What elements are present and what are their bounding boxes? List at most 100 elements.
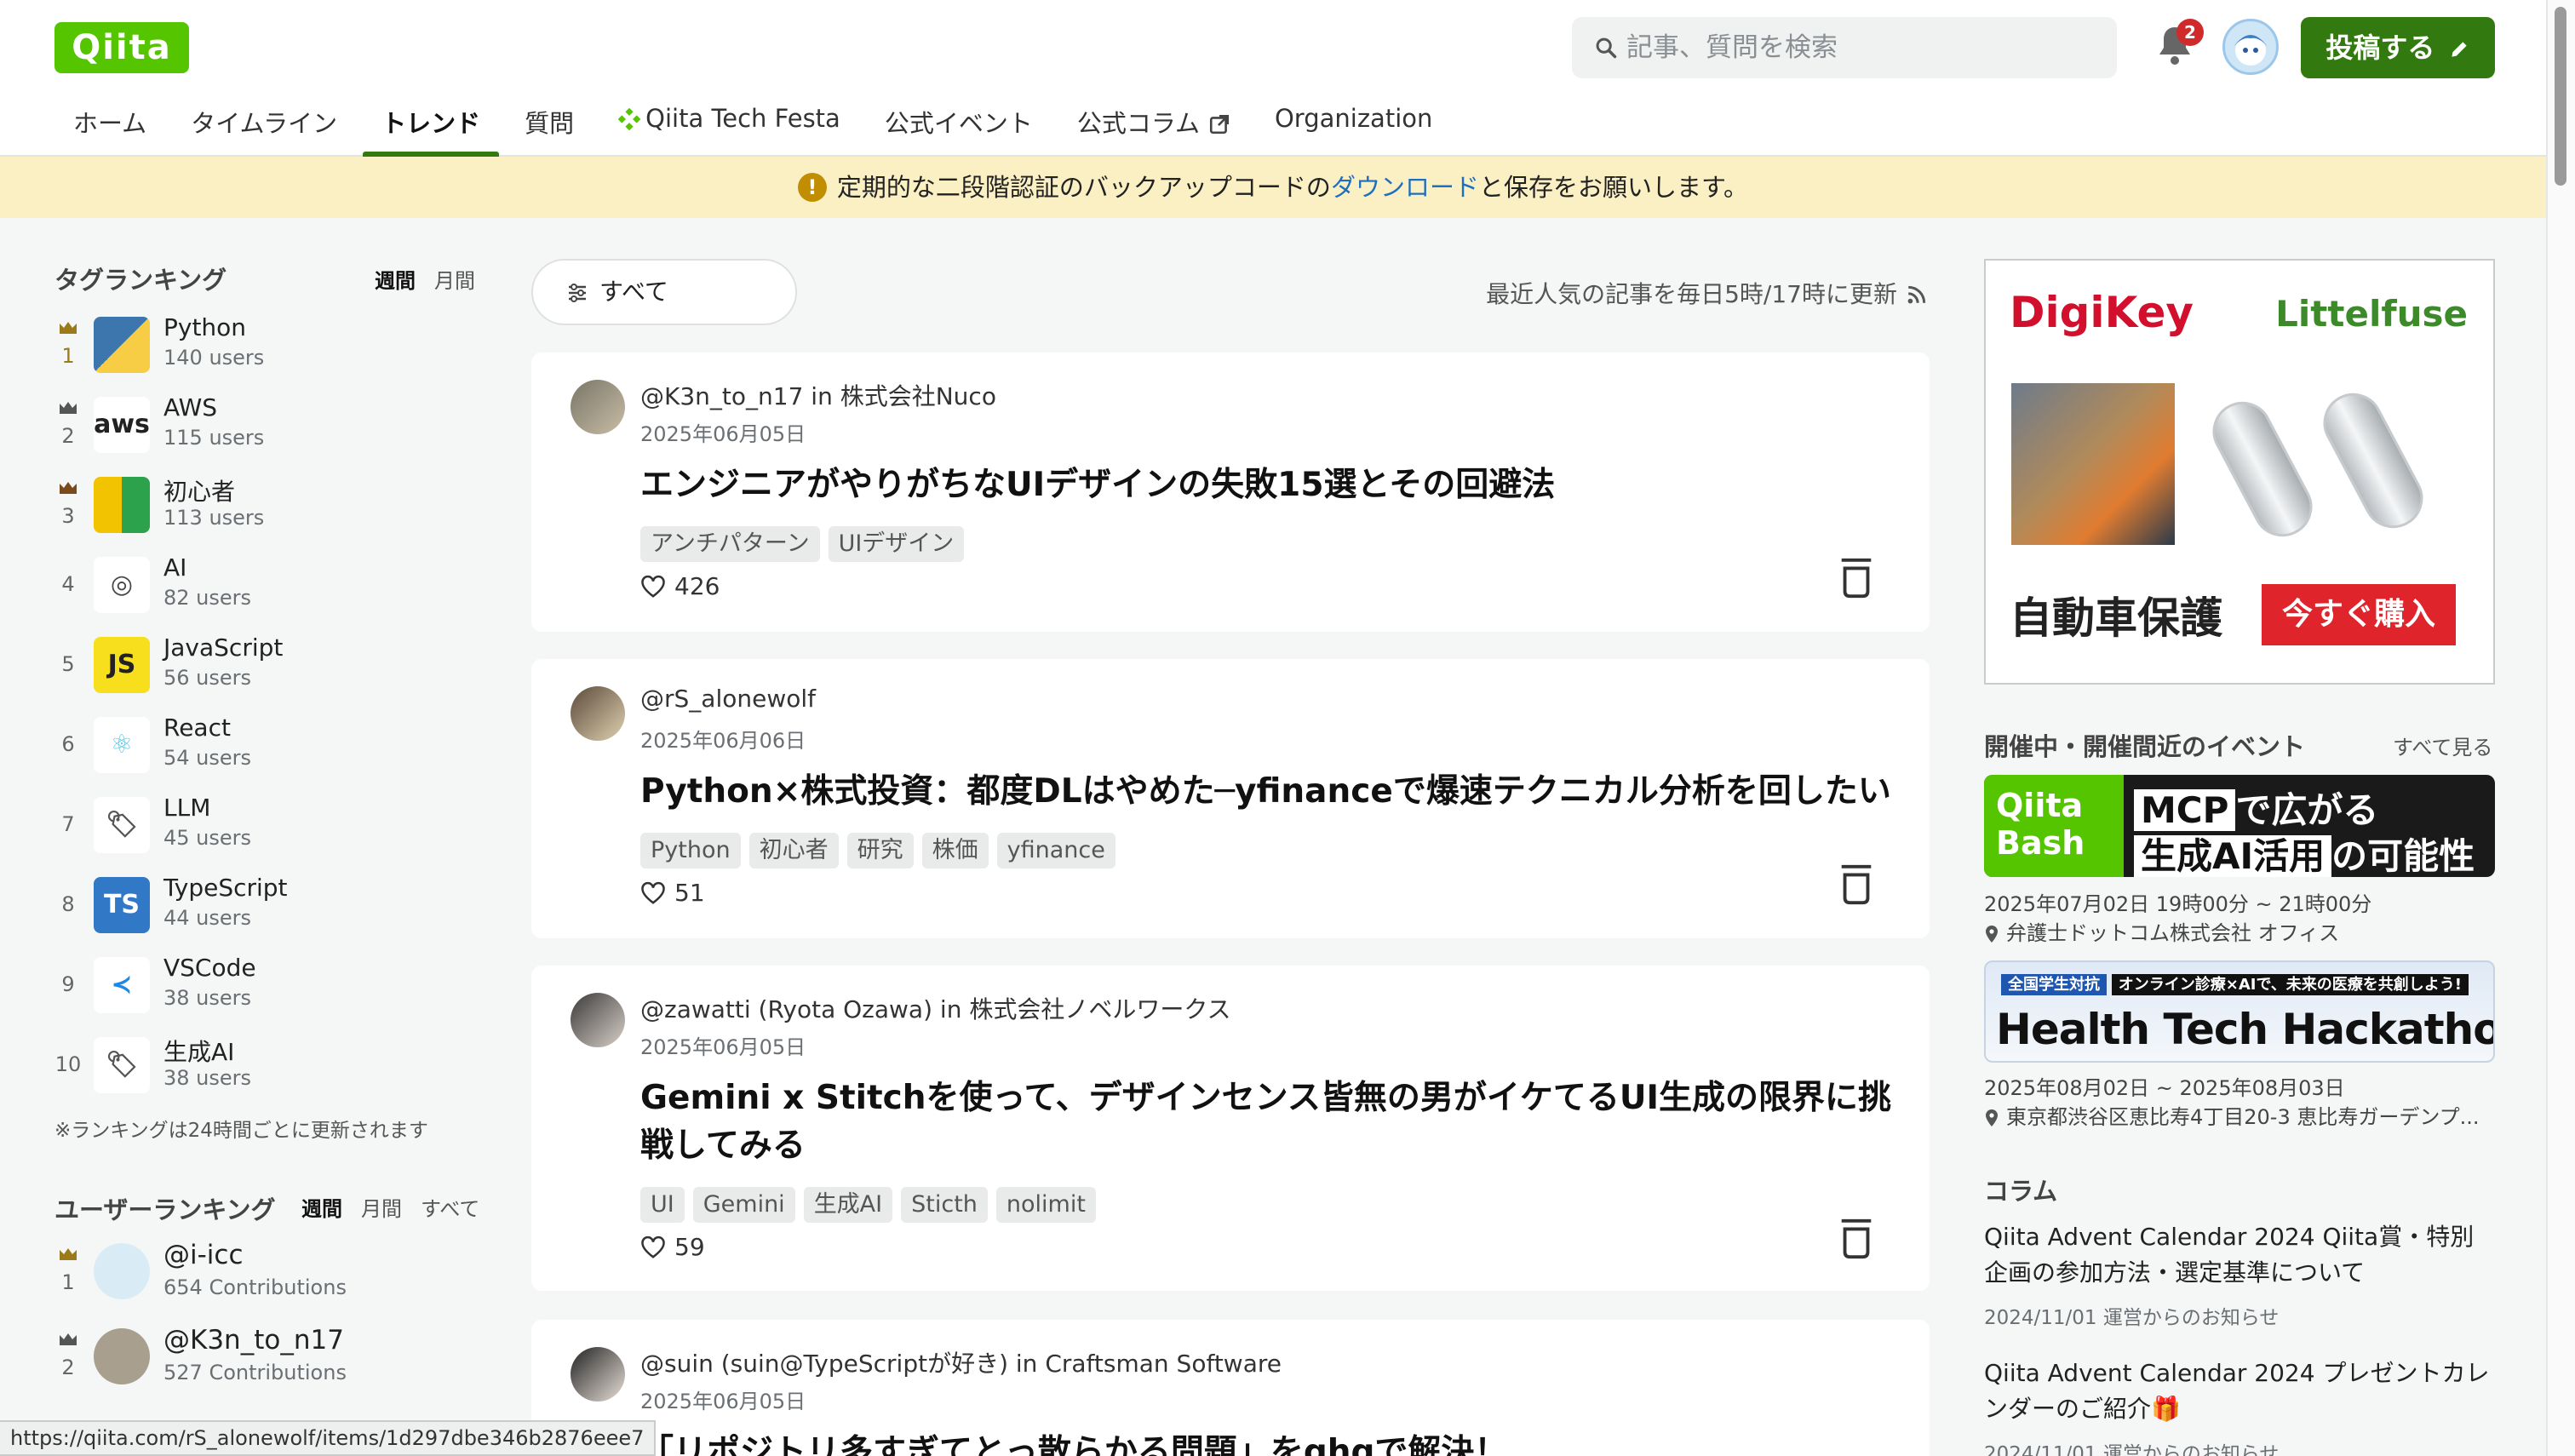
search-input[interactable] (1626, 17, 2103, 78)
crown-icon (60, 322, 77, 334)
tab-weekly[interactable]: 週間 (375, 269, 416, 293)
react-logo-icon: ⚛ (94, 717, 150, 773)
tag[interactable]: Sticth (901, 1187, 988, 1223)
ad-brand-digikey: DigiKey (2010, 288, 2194, 337)
filter-button[interactable]: すべて (531, 259, 797, 325)
tag-rank-row[interactable]: 7 🏷 LLM 45 users (51, 790, 477, 867)
tag[interactable]: アンチパターン (640, 526, 820, 562)
advertisement[interactable]: DigiKey Littelfuse 自動車保護 今すぐ購入 (1984, 259, 2495, 685)
tag-rank-row[interactable]: 5 JS JavaScript 56 users (51, 630, 477, 707)
article-author[interactable]: @K3n_to_n17 in 株式会社Nuco (640, 378, 996, 412)
column-item-title[interactable]: Qiita Advent Calendar 2024 プレゼントカレンダーのご紹… (1984, 1356, 2495, 1427)
tag-rank-row[interactable]: 8 TS TypeScript 44 users (51, 870, 477, 947)
qiita-logo[interactable]: Qiita (54, 22, 189, 73)
rank-number-text: 6 (61, 732, 75, 756)
tag[interactable]: UIデザイン (828, 526, 965, 562)
tag[interactable]: yfinance (996, 833, 1115, 868)
status-bar-url: https://qiita.com/rS_alonewolf/items/1d2… (0, 1420, 657, 1456)
tag[interactable]: 研究 (846, 833, 914, 868)
download-link[interactable]: ダウンロード (1331, 173, 1479, 202)
beginner-mark-icon (94, 477, 150, 533)
article-title[interactable]: Gemini x Stitchを使って、デザインセンス皆無の男がイケてるUI生成… (640, 1075, 1901, 1170)
tag[interactable]: 株価 (921, 833, 989, 868)
article-title[interactable]: エンジニアがやりがちなUIデザインの失敗15選とその回避法 (640, 461, 1901, 509)
rank-number-text: 3 (61, 504, 75, 528)
rank-number: 9 (51, 950, 85, 1027)
article-date: 2025年06月05日 (640, 1390, 806, 1413)
tag-rank-row[interactable]: 4 ◎ AI 82 users (51, 550, 477, 627)
tab-monthly[interactable]: 月間 (434, 269, 475, 293)
nav-festa[interactable]: Qiita Tech Festa (596, 94, 863, 157)
ad-brand-littelfuse: Littelfuse (2275, 293, 2468, 335)
stock-icon[interactable] (1838, 1218, 1875, 1260)
tag-ranking-title: タグランキング (54, 266, 227, 295)
article-title[interactable]: Python×株式投資：都度DLはやめた─yfinanceで爆速テクニカル分析を… (640, 768, 1901, 816)
user-tab-weekly[interactable]: 週間 (301, 1197, 342, 1221)
tag-rank-row[interactable]: 2 aws AWS 115 users (51, 390, 477, 467)
rank-number: 2 (51, 390, 85, 467)
nav-home[interactable]: ホーム (51, 94, 169, 157)
heart-icon[interactable] (640, 575, 666, 599)
crown-icon (60, 482, 77, 494)
user-rank-row[interactable]: 1 @i-icc 654 Contributions (51, 1236, 477, 1313)
event-banner-qiita-bash[interactable]: Qiita Bash MCP で広がる 生成AI活用 の可能性 (1984, 775, 2495, 877)
tag-rank-row[interactable]: 9 ≺ VSCode 38 users (51, 950, 477, 1027)
event-banner-health-tech[interactable]: 全国学生対抗 オンライン診療×AIで、未来の医療を共創しよう! Health T… (1984, 960, 2495, 1063)
scrollbar-thumb[interactable] (2555, 7, 2566, 186)
author-avatar[interactable] (571, 380, 625, 434)
search-box[interactable] (1572, 17, 2117, 78)
tag[interactable]: Python (640, 833, 741, 868)
rank-number-text: 8 (61, 892, 75, 916)
stock-icon[interactable] (1838, 863, 1875, 906)
article-card[interactable]: @rS_alonewolf 2025年06月06日 Python×株式投資：都度… (531, 659, 1930, 938)
tag-name: TypeScript (163, 874, 288, 902)
user-avatar[interactable] (2222, 19, 2279, 75)
tag[interactable]: Gemini (692, 1187, 795, 1223)
article-author[interactable]: @zawatti (Ryota Ozawa) in 株式会社ノベルワークス (640, 991, 1231, 1025)
tag[interactable]: 初心者 (748, 833, 839, 868)
column-item-title[interactable]: Qiita Advent Calendar 2024 Qiita賞・特別企画の参… (1984, 1219, 2495, 1291)
nav-organization[interactable]: Organization (1253, 94, 1454, 157)
author-avatar[interactable] (571, 1347, 625, 1402)
events-see-all[interactable]: すべて見る (2393, 731, 2524, 760)
nav-events[interactable]: 公式イベント (863, 94, 1055, 157)
ad-buy-button[interactable]: 今すぐ購入 (2262, 584, 2456, 645)
tag-rank-row[interactable]: 1 Python 140 users (51, 310, 477, 387)
author-avatar[interactable] (571, 993, 625, 1047)
page-scrollbar[interactable] (2546, 0, 2575, 1456)
banner-health-tech-title: Health Tech Hackathon (1996, 1005, 2495, 1054)
nav-column-label: 公式コラム (1076, 109, 1200, 138)
tag[interactable]: 生成AI (803, 1187, 893, 1223)
tag-rank-row[interactable]: 6 ⚛ React 54 users (51, 710, 477, 787)
event-location: 弁護士ドットコム株式会社 オフィス (1984, 916, 2495, 946)
author-avatar[interactable] (571, 686, 625, 741)
nav-question[interactable]: 質問 (502, 94, 596, 157)
user-tab-all[interactable]: すべて (421, 1197, 479, 1221)
article-card[interactable]: @suin (suin@TypeScriptが好き) in Craftsman … (531, 1320, 1930, 1456)
tag[interactable]: nolimit (995, 1187, 1096, 1223)
tag-users: 54 users (163, 746, 252, 770)
tag-rank-row[interactable]: 10 🏷 生成AI 38 users (51, 1030, 477, 1107)
rank-number: 10 (51, 1030, 85, 1107)
heart-icon[interactable] (640, 881, 666, 905)
nav-trend[interactable]: トレンド (359, 94, 502, 157)
user-rank-row[interactable]: 2 @K3n_to_n17 527 Contributions (51, 1321, 477, 1398)
tag[interactable]: UI (640, 1187, 685, 1223)
tag-rank-row[interactable]: 3 初心者 113 users (51, 470, 477, 547)
nav-column[interactable]: 公式コラム (1055, 94, 1253, 157)
stock-icon[interactable] (1838, 557, 1875, 599)
user-tab-monthly[interactable]: 月間 (361, 1197, 402, 1221)
nav-timeline[interactable]: タイムライン (169, 94, 359, 157)
article-author[interactable]: @rS_alonewolf (640, 685, 816, 713)
article-author[interactable]: @suin (suin@TypeScriptが好き) in Craftsman … (640, 1345, 1282, 1379)
search-icon (1596, 37, 1617, 59)
post-button[interactable]: 投稿する (2301, 17, 2495, 78)
article-card[interactable]: @K3n_to_n17 in 株式会社Nuco 2025年06月05日 エンジニ… (531, 353, 1930, 632)
heart-icon[interactable] (640, 1235, 666, 1259)
article-title[interactable]: 「リポジトリ多すぎてとっ散らかる問題」をghqで解決！ (640, 1429, 1901, 1456)
article-card[interactable]: @zawatti (Ryota Ozawa) in 株式会社ノベルワークス 20… (531, 966, 1930, 1291)
rss-icon[interactable] (1906, 284, 1928, 306)
article-likes: 51 (640, 879, 705, 907)
tag-users: 56 users (163, 666, 252, 690)
rank-number-text: 9 (61, 972, 75, 996)
